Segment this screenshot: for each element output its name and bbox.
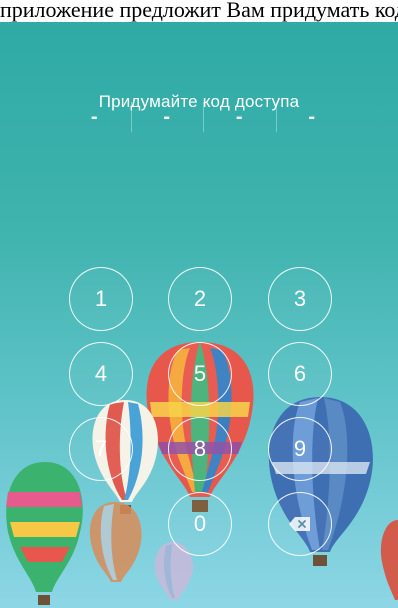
key-8[interactable]: 8 bbox=[168, 417, 232, 481]
pin-indicator: - - - - bbox=[58, 102, 348, 132]
key-4[interactable]: 4 bbox=[69, 342, 133, 406]
balloon-left-small bbox=[89, 502, 142, 582]
key-5[interactable]: 5 bbox=[168, 342, 232, 406]
key-0[interactable]: 0 bbox=[168, 492, 232, 556]
pin-slot-4: - bbox=[275, 102, 349, 132]
backspace-button[interactable] bbox=[268, 492, 332, 556]
page-caption: приложение предложит Вам придумать код bbox=[0, 0, 398, 22]
balloon-left-lower bbox=[6, 462, 83, 605]
key-2[interactable]: 2 bbox=[168, 267, 232, 331]
key-3[interactable]: 3 bbox=[268, 267, 332, 331]
pin-slot-2: - bbox=[130, 102, 204, 132]
pin-slot-3: - bbox=[203, 102, 276, 132]
lock-screen: Придумайте код доступа - - - - 1 2 3 4 5… bbox=[0, 22, 398, 608]
key-1[interactable]: 1 bbox=[69, 267, 133, 331]
balloon-right-edge bbox=[380, 520, 398, 600]
backspace-icon bbox=[289, 517, 310, 531]
pin-slot-1: - bbox=[90, 105, 98, 128]
key-6[interactable]: 6 bbox=[268, 342, 332, 406]
key-9[interactable]: 9 bbox=[268, 417, 332, 481]
key-7[interactable]: 7 bbox=[69, 417, 133, 481]
